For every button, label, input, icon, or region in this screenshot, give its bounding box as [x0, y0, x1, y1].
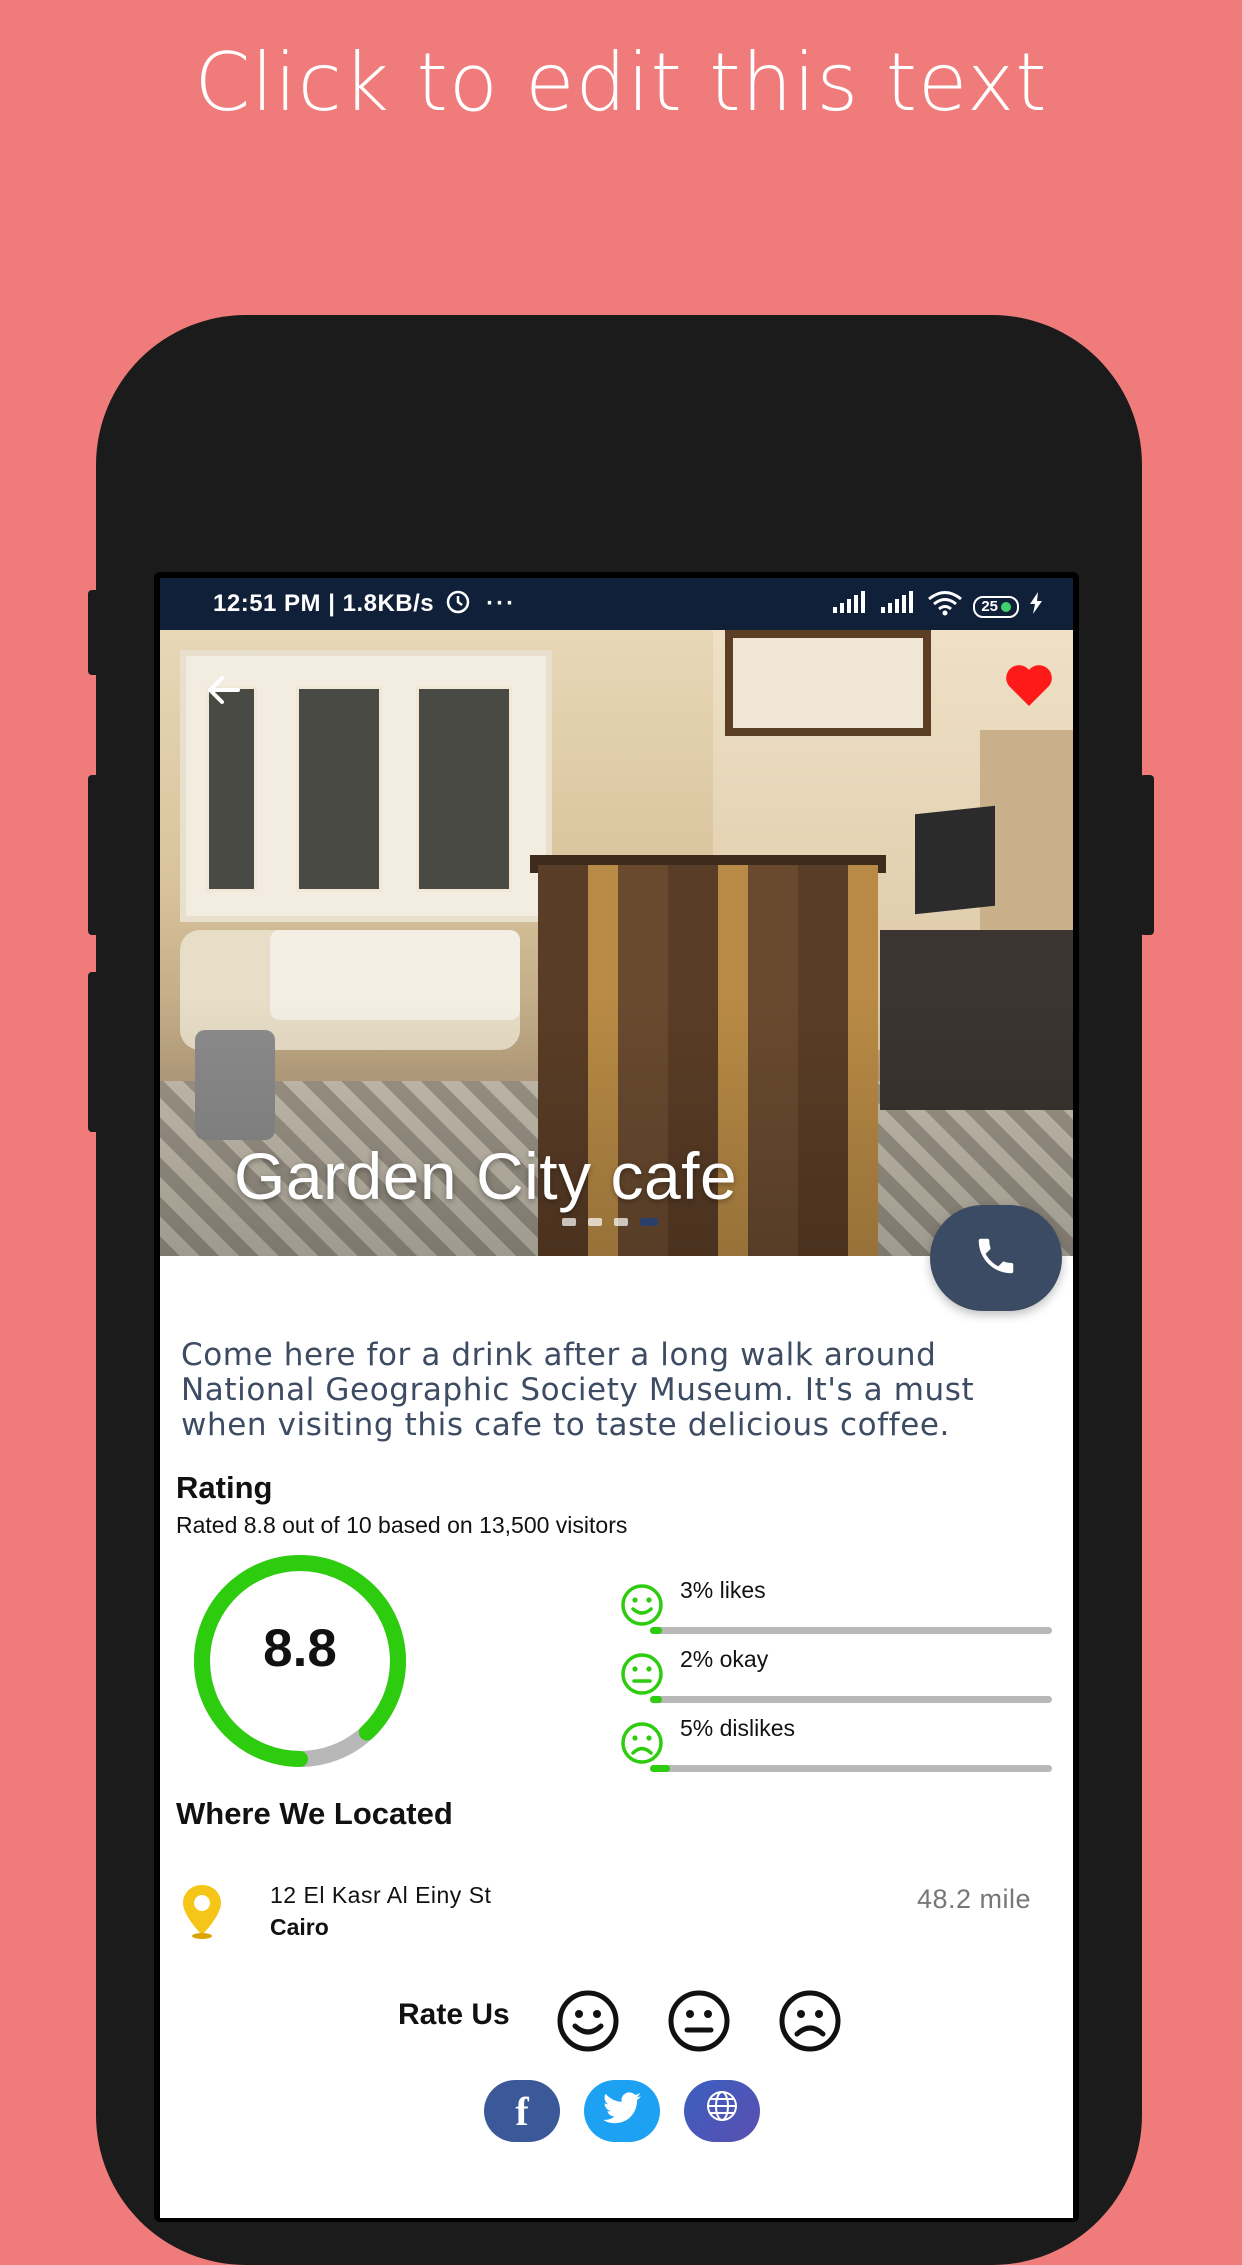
- favorite-heart-icon[interactable]: [1003, 662, 1055, 710]
- phone-side-button: [1140, 775, 1154, 935]
- hero-photo-frame: [725, 630, 931, 736]
- smile-icon: [621, 1584, 663, 1626]
- hero-shade: [160, 996, 1073, 1256]
- status-bar: 12:51 PM | 1.8KB/s ··· 25: [160, 578, 1073, 630]
- rating-score: 8.8: [263, 1619, 337, 1678]
- rating-stat-row: 3% likes: [618, 1577, 1053, 1643]
- rating-summary: Rated 8.8 out of 10 based on 13,500 visi…: [176, 1512, 628, 1538]
- rating-stat-bar-fill: [650, 1696, 663, 1703]
- place-description: Come here for a drink after a long walk …: [181, 1337, 975, 1443]
- status-time: 12:51 PM | 1.8KB/s: [213, 590, 435, 617]
- carousel-indicator: [562, 1218, 658, 1226]
- neutral-face-icon: [621, 1653, 663, 1695]
- promo-headline[interactable]: Click to edit this text: [0, 36, 1242, 129]
- phone-side-button: [88, 972, 102, 1132]
- distance-label: 48.2 mile: [916, 1884, 1031, 1914]
- rating-stat-bar-fill: [650, 1627, 663, 1634]
- place-title: Garden City cafe: [234, 1139, 738, 1213]
- more-icon: ···: [486, 590, 517, 617]
- location-heading: Where We Located: [176, 1796, 453, 1831]
- alarm-icon: [444, 587, 472, 622]
- rate-us-label: Rate Us: [398, 1998, 510, 2031]
- wifi-icon: [927, 590, 963, 623]
- address-city: Cairo: [270, 1914, 329, 1940]
- carousel-dot-active[interactable]: [640, 1218, 658, 1226]
- carousel-dot[interactable]: [588, 1218, 602, 1226]
- phone-icon: [973, 1233, 1019, 1284]
- website-button[interactable]: [684, 2080, 760, 2142]
- phone-side-button: [88, 775, 102, 935]
- rating-stat-row: 5% dislikes: [618, 1715, 1053, 1781]
- rating-stat-bar-fill: [650, 1765, 671, 1772]
- app-screen: 12:51 PM | 1.8KB/s ··· 25 Garden City ca…: [160, 578, 1073, 2218]
- location-pin-icon: [180, 1883, 224, 1939]
- rating-stat-row: 2% okay: [618, 1646, 1053, 1712]
- rate-happy-icon[interactable]: [555, 1988, 621, 2054]
- signal-icon: [879, 591, 917, 622]
- rating-stat-label: 2% okay: [680, 1646, 769, 1672]
- rating-heading: Rating: [176, 1470, 273, 1505]
- rating-stat-bar: [650, 1627, 1052, 1634]
- facebook-button[interactable]: f: [484, 2080, 560, 2142]
- rating-stat-label: 3% likes: [680, 1577, 766, 1603]
- signal-icon: [831, 591, 869, 622]
- hero-image[interactable]: Garden City cafe: [160, 630, 1073, 1256]
- rating-stat-label: 5% dislikes: [680, 1715, 796, 1741]
- charging-icon: [1029, 592, 1043, 621]
- address-line: 12 El Kasr Al Einy St: [270, 1882, 492, 1908]
- call-button[interactable]: [930, 1205, 1062, 1311]
- status-icons: 25: [831, 590, 1043, 623]
- facebook-icon: f: [515, 2088, 529, 2134]
- carousel-dot[interactable]: [614, 1218, 628, 1226]
- phone-side-button: [88, 590, 102, 675]
- rate-neutral-icon[interactable]: [666, 1988, 732, 2054]
- hero-photo-monitor: [915, 805, 995, 915]
- rating-stat-bar: [650, 1765, 1052, 1772]
- battery-level: 25: [981, 598, 998, 615]
- battery-icon: 25: [973, 595, 1019, 618]
- twitter-button[interactable]: [584, 2080, 660, 2142]
- rating-stat-bar: [650, 1696, 1052, 1703]
- globe-icon: [704, 2088, 740, 2134]
- back-arrow-icon[interactable]: [202, 668, 246, 712]
- twitter-icon: [603, 2089, 641, 2134]
- sad-face-icon: [621, 1722, 663, 1764]
- rate-sad-icon[interactable]: [777, 1988, 843, 2054]
- carousel-dot[interactable]: [562, 1218, 576, 1226]
